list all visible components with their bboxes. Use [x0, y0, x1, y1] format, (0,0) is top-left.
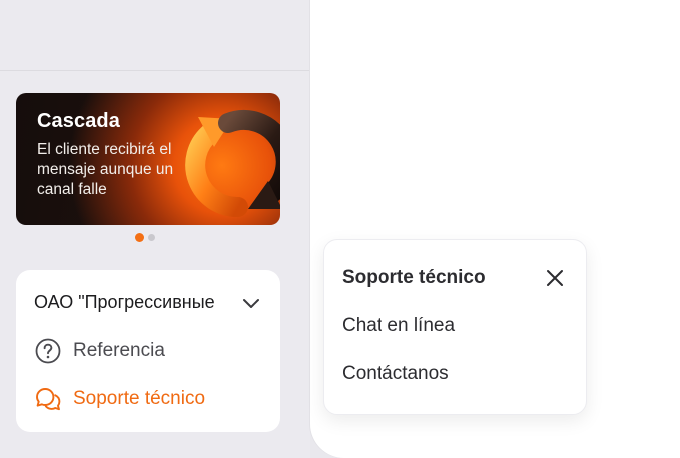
account-card: ОАО "Прогрессивные Referencia Soporte té…	[16, 270, 280, 432]
carousel-dot-2[interactable]	[148, 234, 155, 241]
banner-description: El cliente recibirá el mensaje aunque un…	[37, 141, 174, 198]
menu-item-support-label: Soporte técnico	[73, 388, 206, 409]
chat-bubbles-icon	[36, 388, 61, 411]
sidebar-header	[0, 0, 310, 71]
carousel-pagination	[135, 233, 155, 242]
popup-item-contact-us[interactable]: Contáctanos	[342, 363, 449, 385]
close-icon[interactable]	[544, 267, 566, 289]
support-popup: Soporte técnico Chat en línea Contáctano…	[323, 239, 587, 415]
question-circle-icon	[35, 338, 61, 364]
menu-item-reference[interactable]: Referencia	[34, 337, 165, 365]
menu-item-reference-label: Referencia	[73, 340, 165, 361]
sidebar: Cascada El cliente recibirá el mensaje a…	[0, 0, 310, 458]
banner-title: Cascada	[37, 110, 120, 132]
company-selector-label[interactable]: ОАО "Прогрессивные	[34, 292, 240, 316]
menu-item-support[interactable]: Soporte técnico	[34, 385, 205, 413]
carousel-dot-1[interactable]	[135, 233, 144, 242]
popup-item-live-chat[interactable]: Chat en línea	[342, 315, 455, 337]
promo-banner[interactable]: Cascada El cliente recibirá el mensaje a…	[16, 93, 280, 225]
chevron-down-icon[interactable]	[242, 297, 260, 309]
popup-title: Soporte técnico	[342, 267, 486, 288]
